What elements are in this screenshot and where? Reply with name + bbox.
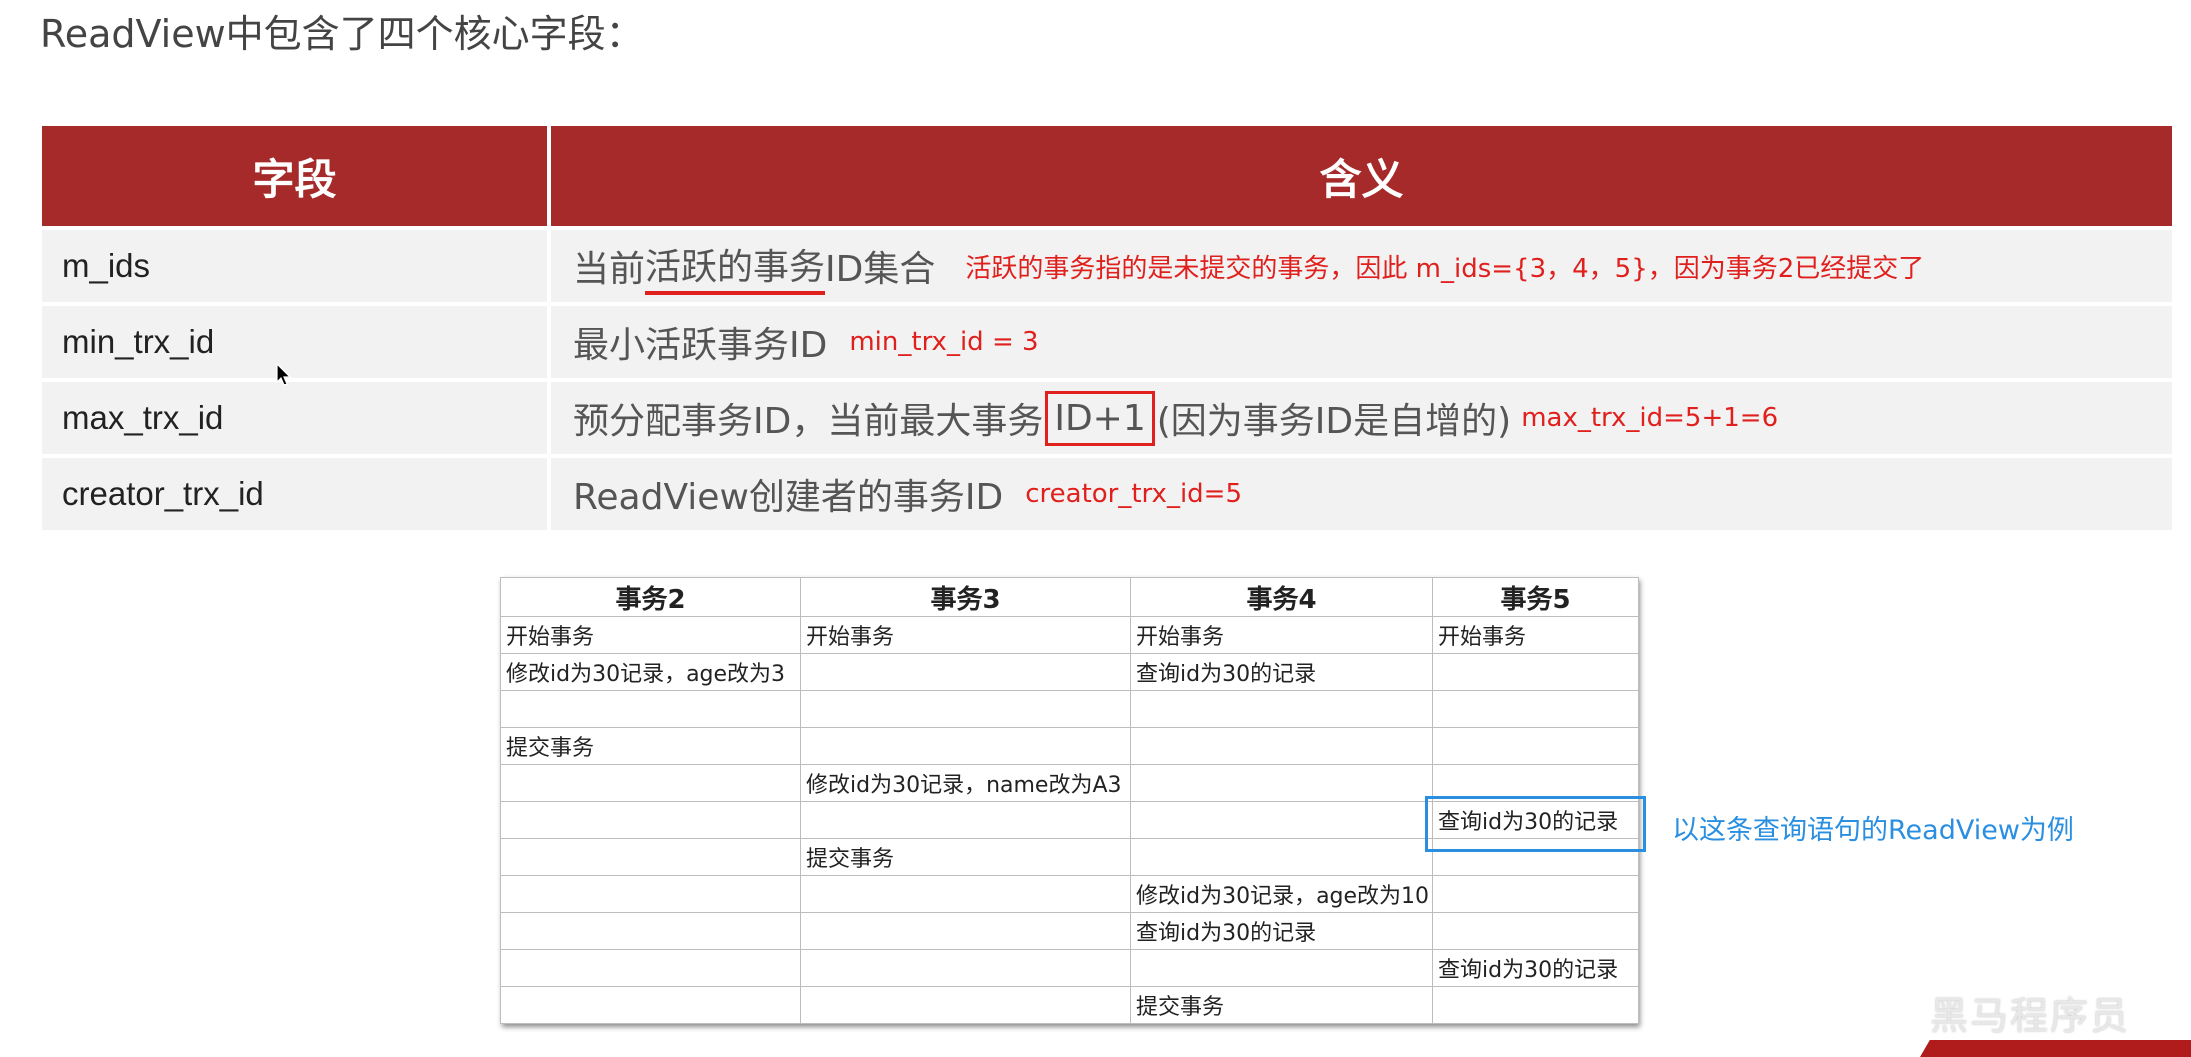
corner-decoration	[1920, 1040, 2191, 1057]
table-cell	[500, 949, 801, 987]
table-cell: 开始事务	[1130, 616, 1433, 654]
field-meaning: 当前 活跃的事务 ID集合 活跃的事务指的是未提交的事务，因此 m_ids={3，4…	[551, 230, 2172, 302]
field-name: m_ids	[42, 230, 547, 302]
field-meaning: ReadView创建者的事务ID creator_trx_id=5	[551, 458, 2172, 530]
table-cell: 开始事务	[1432, 616, 1639, 654]
table-cell	[800, 875, 1131, 913]
meaning-text: ReadView创建者的事务ID	[573, 477, 1004, 518]
table-row: 开始事务 开始事务 开始事务 开始事务	[500, 616, 1639, 654]
table-cell	[800, 653, 1131, 691]
watermark: 黑马程序员	[1930, 994, 2131, 1038]
table-cell: 提交事务	[500, 727, 801, 765]
table-cell	[1432, 727, 1639, 765]
meaning-text: 预分配事务ID，当前最大事务	[573, 401, 1044, 442]
meaning-text: (因为事务ID是自增的)	[1156, 401, 1512, 442]
table-cell	[800, 986, 1131, 1024]
table-cell	[1432, 653, 1639, 691]
annotation-note: creator_trx_id=5	[1025, 479, 1242, 509]
table-cell	[500, 838, 801, 876]
table-cell: 修改id为30记录，age改为3	[500, 653, 801, 691]
table-row: 提交事务	[500, 727, 1639, 765]
table-cell	[500, 801, 801, 839]
meaning-underlined: 活跃的事务	[645, 238, 826, 295]
meaning-text: 最小活跃事务ID	[573, 325, 828, 366]
table-row: max_trx_id 预分配事务ID，当前最大事务 ID+1 (因为事务ID是自增的…	[42, 382, 2172, 454]
mouse-cursor-icon	[276, 362, 292, 391]
table-cell: 查询id为30的记录	[1432, 949, 1639, 987]
field-name: min_trx_id	[42, 306, 547, 378]
field-meaning: 预分配事务ID，当前最大事务 ID+1 (因为事务ID是自增的) max_trx_i…	[551, 382, 2172, 454]
field-meaning: 最小活跃事务ID min_trx_id = 3	[551, 306, 2172, 378]
table-cell: 查询id为30的记录	[1130, 912, 1433, 950]
table-row: m_ids 当前 活跃的事务 ID集合 活跃的事务指的是未提交的事务，因此 m_id…	[42, 230, 2172, 302]
meaning-boxed: ID+1	[1045, 390, 1155, 446]
table-cell	[1130, 838, 1433, 876]
table-cell	[800, 690, 1131, 728]
table-cell	[800, 727, 1131, 765]
table-cell	[1130, 764, 1433, 802]
annotation-note: 活跃的事务指的是未提交的事务，因此 m_ids={3，4，5}，因为事务2已经提…	[965, 253, 1925, 284]
trx-header: 事务3	[800, 577, 1131, 617]
table-row	[500, 690, 1639, 728]
annotation-note: max_trx_id=5+1=6	[1521, 403, 1779, 433]
table-cell	[1432, 690, 1639, 728]
table-row: min_trx_id 最小活跃事务ID min_trx_id = 3	[42, 306, 2172, 378]
table-cell: 开始事务	[800, 616, 1131, 654]
page-heading: ReadView中包含了四个核心字段：	[40, 12, 644, 56]
table-cell	[500, 875, 801, 913]
field-name: creator_trx_id	[42, 458, 547, 530]
fields-table: 字段 含义 m_ids 当前 活跃的事务 ID集合 活跃的事务指的是未提交的事务，因…	[42, 126, 2172, 530]
table-cell	[1130, 727, 1433, 765]
meaning-text: 当前	[573, 249, 646, 290]
meaning-text: ID集合	[825, 249, 936, 290]
table-cell: 提交事务	[1130, 986, 1433, 1024]
trx-header: 事务2	[500, 577, 801, 617]
field-name: max_trx_id	[42, 382, 547, 454]
trx-header: 事务4	[1130, 577, 1433, 617]
table-cell: 开始事务	[500, 616, 801, 654]
table-cell	[500, 986, 801, 1024]
fields-table-header: 字段 含义	[42, 126, 2172, 226]
table-row: 提交事务	[500, 986, 1639, 1024]
header-meaning: 含义	[551, 126, 2172, 226]
table-row: 修改id为30记录，age改为3 查询id为30的记录	[500, 653, 1639, 691]
table-cell	[1130, 801, 1433, 839]
table-cell: 修改id为30记录，age改为10	[1130, 875, 1433, 913]
table-cell: 修改id为30记录，name改为A3	[800, 764, 1131, 802]
table-cell	[500, 912, 801, 950]
table-cell	[1432, 986, 1639, 1024]
table-row: 修改id为30记录，age改为10	[500, 875, 1639, 913]
highlight-note: 以这条查询语句的ReadView为例	[1672, 815, 2074, 846]
table-cell	[1432, 875, 1639, 913]
table-row: 查询id为30的记录	[500, 912, 1639, 950]
table-cell	[800, 912, 1131, 950]
header-field: 字段	[42, 126, 547, 226]
table-cell: 提交事务	[800, 838, 1131, 876]
table-row: 查询id为30的记录	[500, 949, 1639, 987]
table-cell	[500, 690, 801, 728]
trx-header: 事务5	[1432, 577, 1639, 617]
table-row: creator_trx_id ReadView创建者的事务ID creator_…	[42, 458, 2172, 530]
table-cell: 查询id为30的记录	[1130, 653, 1433, 691]
transaction-header-row: 事务2 事务3 事务4 事务5	[500, 577, 1639, 617]
table-cell	[800, 949, 1131, 987]
table-cell	[1130, 690, 1433, 728]
table-cell	[800, 801, 1131, 839]
highlight-box	[1425, 796, 1646, 852]
table-cell	[1432, 912, 1639, 950]
table-cell	[1130, 949, 1433, 987]
annotation-note: min_trx_id = 3	[849, 327, 1039, 357]
table-cell	[500, 764, 801, 802]
